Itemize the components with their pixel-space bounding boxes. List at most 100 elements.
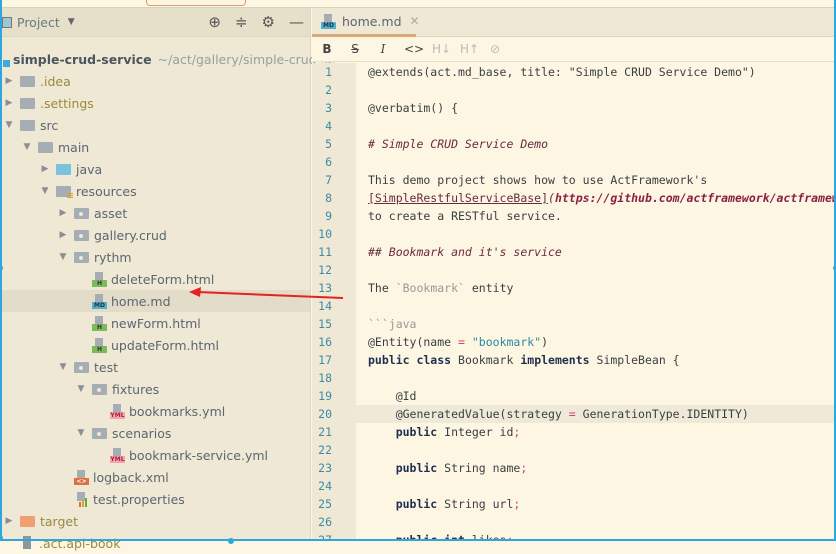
code-line[interactable]: 27 public int likes;: [312, 531, 836, 541]
project-title[interactable]: Project: [17, 15, 60, 30]
code-line[interactable]: 1 @extends(act.md_base, title: "Simple CR…: [312, 63, 836, 81]
tree-item-label: gallery.crud: [94, 227, 167, 243]
tree-item[interactable]: ▼ test: [0, 356, 310, 378]
tree-item-label: newForm.html: [111, 315, 201, 331]
tree-item[interactable]: ▼ resources: [0, 180, 310, 202]
expand-arrow-icon[interactable]: ▼: [58, 252, 68, 262]
line-number: 18: [318, 371, 332, 385]
tree-item-label: bookmarks.yml: [129, 403, 226, 419]
tree-item[interactable]: ▼ main: [0, 136, 310, 158]
tree-item[interactable]: YML bookmarks.yml: [0, 400, 310, 422]
line-number: 3: [325, 101, 332, 115]
code-line[interactable]: 19 @Id: [312, 387, 836, 405]
code-line[interactable]: 6: [312, 153, 836, 171]
line-number: 27: [318, 533, 332, 541]
code-line[interactable]: 26: [312, 513, 836, 531]
code-button[interactable]: <>: [404, 42, 424, 56]
code-area[interactable]: 1 @extends(act.md_base, title: "Simple CR…: [312, 63, 836, 541]
line-number: 24: [318, 479, 332, 493]
code-line[interactable]: 24: [312, 477, 836, 495]
code-line[interactable]: 9 to create a RESTful service.: [312, 207, 836, 225]
line-number: 12: [318, 263, 332, 277]
expand-arrow-icon[interactable]: ▼: [4, 120, 14, 130]
collapse-arrow-icon[interactable]: ▶: [58, 208, 68, 218]
gear-icon[interactable]: ⚙: [262, 13, 275, 31]
code-line[interactable]: 15 ```java: [312, 315, 836, 333]
code-token: ): [541, 335, 549, 349]
code-line[interactable]: 20 @GeneratedValue(strategy = Generation…: [312, 405, 836, 423]
tree-item[interactable]: ▶ .settings: [0, 92, 310, 114]
code-line[interactable]: 2: [312, 81, 836, 99]
collapse-arrow-icon[interactable]: ▶: [40, 164, 50, 174]
folder-icon: [74, 229, 89, 241]
locate-icon[interactable]: ⊕: [208, 13, 221, 31]
code-line[interactable]: 17 public class Bookmark implements Simpl…: [312, 351, 836, 369]
code-line[interactable]: 7 This demo project shows how to use ActF…: [312, 171, 836, 189]
tree-item[interactable]: ▼ fixtures: [0, 378, 310, 400]
expand-arrow-icon[interactable]: ▼: [22, 142, 32, 152]
collapse-arrow-icon[interactable]: ▶: [4, 76, 14, 86]
tree-item[interactable]: <> logback.xml: [0, 466, 310, 488]
expand-arrow-icon[interactable]: ▼: [40, 186, 50, 196]
tree-item[interactable]: YML bookmark-service.yml: [0, 444, 310, 466]
line-text: # Simple CRUD Service Demo: [356, 135, 836, 153]
expand-arrow-icon[interactable]: ▼: [76, 384, 86, 394]
tab-home-md[interactable]: MD home.md ✕: [312, 8, 420, 37]
tree-item-label: .idea: [40, 73, 71, 89]
tree-item[interactable]: HnewForm.html: [0, 312, 310, 334]
code-line[interactable]: 23 public String name;: [312, 459, 836, 477]
tree-item[interactable]: .act.api-book: [0, 532, 310, 554]
code-line[interactable]: 3 @verbatim() {: [312, 99, 836, 117]
code-line[interactable]: 21 public Integer id;: [312, 423, 836, 441]
file-icon: YML: [110, 447, 125, 463]
line-number: 23: [318, 461, 332, 475]
line-text: @Id: [356, 387, 836, 405]
tree-item[interactable]: ▶ target: [0, 510, 310, 532]
minimize-icon[interactable]: —: [289, 13, 304, 31]
collapse-arrow-icon[interactable]: ▶: [4, 98, 14, 108]
code-line[interactable]: 18: [312, 369, 836, 387]
collapse-arrow-icon[interactable]: ▶: [4, 516, 14, 526]
code-line[interactable]: 25 public String url;: [312, 495, 836, 513]
collapse-arrow-icon[interactable]: ▶: [58, 230, 68, 240]
folder-icon: [38, 141, 53, 153]
line-number: 22: [318, 443, 332, 457]
code-line[interactable]: 22: [312, 441, 836, 459]
code-line[interactable]: 16 @Entity(name = "bookmark"): [312, 333, 836, 351]
code-line[interactable]: 11 ## Bookmark and it's service: [312, 243, 836, 261]
code-line[interactable]: 5 # Simple CRUD Service Demo: [312, 135, 836, 153]
tree-item[interactable]: ▶ java: [0, 158, 310, 180]
tree-item[interactable]: ▶ .idea: [0, 70, 310, 92]
code-line[interactable]: 8 [SimpleRestfulServiceBase](https://gith…: [312, 189, 836, 207]
tree-item[interactable]: ▼ scenarios: [0, 422, 310, 444]
code-line[interactable]: 10: [312, 225, 836, 243]
code-line[interactable]: 13 The `Bookmark` entity: [312, 279, 836, 297]
code-token: Integer id: [437, 425, 514, 439]
header-up-button[interactable]: H↑: [460, 42, 479, 56]
header-down-button[interactable]: H↓: [432, 42, 451, 56]
tree-item[interactable]: simple-crud-service ~/act/gallery/simple-…: [0, 48, 335, 70]
tree-item[interactable]: ▼ rythm: [0, 246, 310, 268]
italic-button[interactable]: I: [376, 42, 390, 56]
expand-arrow-icon[interactable]: ▼: [58, 362, 68, 372]
resize-handle[interactable]: [228, 538, 234, 544]
folder-icon: [56, 163, 71, 175]
expand-arrow-icon[interactable]: ▼: [76, 428, 86, 438]
folder-icon: [74, 207, 89, 219]
strikethrough-button[interactable]: S: [348, 42, 362, 56]
tree-item[interactable]: ▼ src: [0, 114, 310, 136]
chevron-down-icon[interactable]: ▼: [68, 17, 75, 27]
code-line[interactable]: 4: [312, 117, 836, 135]
link-icon[interactable]: ⊘: [488, 42, 502, 56]
tree-item[interactable]: ▶ gallery.crud: [0, 224, 310, 246]
close-icon[interactable]: ✕: [410, 14, 420, 28]
collapse-all-icon[interactable]: ≑: [235, 13, 248, 31]
tree-item[interactable]: ▶ asset: [0, 202, 310, 224]
tree-item[interactable]: HupdateForm.html: [0, 334, 310, 356]
bold-button[interactable]: B: [320, 42, 334, 56]
code-line[interactable]: 14: [312, 297, 836, 315]
tree-item-label: src: [40, 117, 59, 133]
tree-item[interactable]: test.properties: [0, 488, 310, 510]
code-line[interactable]: 12: [312, 261, 836, 279]
folder-icon: [20, 515, 35, 527]
